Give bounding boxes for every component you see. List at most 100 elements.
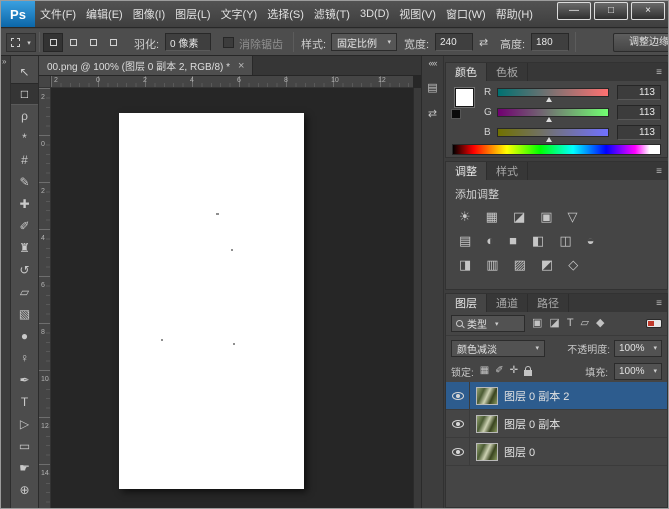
menu-file[interactable]: 文件(F) bbox=[35, 1, 81, 27]
tab-layers[interactable]: 图层 bbox=[446, 294, 487, 312]
foreground-color-swatch[interactable] bbox=[455, 88, 474, 107]
minimize-button[interactable]: — bbox=[557, 2, 591, 20]
type-layer-filter-icon[interactable]: T bbox=[567, 318, 574, 329]
green-slider[interactable] bbox=[497, 108, 609, 117]
subtract-from-selection-button[interactable] bbox=[83, 33, 103, 52]
menu-type[interactable]: 文字(Y) bbox=[216, 1, 263, 27]
eyedropper-tool[interactable]: ✎ bbox=[11, 171, 38, 193]
eye-icon[interactable] bbox=[452, 392, 464, 400]
lock-transparency-icon[interactable]: ▦ bbox=[480, 366, 489, 376]
history-brush-tool[interactable]: ↺ bbox=[11, 259, 38, 281]
panel-stack-icon[interactable]: ▤ bbox=[422, 81, 443, 94]
color-spectrum-ramp[interactable] bbox=[452, 144, 661, 155]
tool-preset-picker[interactable]: ▾ bbox=[6, 33, 36, 52]
eraser-tool[interactable]: ▱ bbox=[11, 281, 38, 303]
layer-thumbnail[interactable] bbox=[476, 415, 498, 433]
channel-mixer-icon[interactable]: ◫ bbox=[559, 234, 571, 247]
red-slider[interactable] bbox=[497, 88, 609, 97]
tab-swatches[interactable]: 色板 bbox=[487, 63, 528, 81]
rectangular-marquee-tool[interactable]: □ bbox=[11, 83, 38, 105]
swap-width-height-icon[interactable]: ⇄ bbox=[479, 36, 488, 49]
shape-layer-filter-icon[interactable]: ▱ bbox=[581, 318, 589, 329]
hue-saturation-icon[interactable]: ▤ bbox=[459, 234, 471, 247]
menu-view[interactable]: 视图(V) bbox=[394, 1, 441, 27]
eye-icon[interactable] bbox=[452, 420, 464, 428]
rectangle-tool[interactable]: ▭ bbox=[11, 435, 38, 457]
invert-icon[interactable]: ◨ bbox=[459, 258, 471, 271]
red-value-box[interactable]: 113 bbox=[617, 85, 661, 100]
color-lookup-icon[interactable]: ◒ bbox=[587, 234, 595, 247]
refine-edge-button[interactable]: 调整边缘 bbox=[613, 33, 669, 52]
document-page[interactable] bbox=[119, 113, 304, 489]
curves-icon[interactable]: ◪ bbox=[513, 210, 525, 223]
add-to-selection-button[interactable] bbox=[63, 33, 83, 52]
layer-row[interactable]: 图层 0 副本 bbox=[446, 410, 667, 438]
blue-value-box[interactable]: 113 bbox=[617, 125, 661, 140]
gradient-map-icon[interactable]: ◩ bbox=[541, 258, 553, 271]
pen-tool[interactable]: ✒ bbox=[11, 369, 38, 391]
slider-thumb-icon[interactable] bbox=[546, 117, 552, 122]
close-button[interactable]: × bbox=[631, 2, 665, 20]
layer-thumbnail[interactable] bbox=[476, 443, 498, 461]
menu-window[interactable]: 窗口(W) bbox=[441, 1, 491, 27]
zoom-tool[interactable]: ⊕ bbox=[11, 479, 38, 501]
horizontal-ruler[interactable]: 2 0 2 4 6 8 10 12 bbox=[51, 76, 413, 88]
slider-thumb-icon[interactable] bbox=[546, 137, 552, 142]
tab-color[interactable]: 颜色 bbox=[446, 63, 487, 81]
vibrance-icon[interactable]: ▽ bbox=[568, 210, 578, 223]
opacity-input[interactable]: 100% ▾ bbox=[614, 340, 662, 357]
smart-object-filter-icon[interactable]: ◆ bbox=[596, 318, 604, 329]
pixel-layer-filter-icon[interactable]: ▣ bbox=[532, 318, 542, 329]
lock-pixels-icon[interactable]: ✐ bbox=[495, 366, 503, 376]
background-color-swatch[interactable] bbox=[451, 109, 461, 119]
levels-icon[interactable]: ▦ bbox=[486, 210, 498, 223]
gradient-tool[interactable]: ▧ bbox=[11, 303, 38, 325]
blur-tool[interactable]: ● bbox=[11, 325, 38, 347]
adjustment-layer-filter-icon[interactable]: ◪ bbox=[549, 318, 559, 329]
exposure-icon[interactable]: ▣ bbox=[540, 210, 552, 223]
style-select[interactable]: 固定比例 ▾ bbox=[331, 33, 397, 51]
menu-select[interactable]: 选择(S) bbox=[262, 1, 309, 27]
maximize-button[interactable]: □ bbox=[594, 2, 628, 20]
tab-channels[interactable]: 通道 bbox=[487, 294, 528, 312]
type-tool[interactable]: T bbox=[11, 391, 38, 413]
lock-position-icon[interactable]: ✛ bbox=[510, 366, 518, 376]
menu-edit[interactable]: 编辑(E) bbox=[81, 1, 128, 27]
blue-slider[interactable] bbox=[497, 128, 609, 137]
photo-filter-icon[interactable]: ◧ bbox=[532, 234, 544, 247]
height-input[interactable] bbox=[531, 33, 569, 51]
path-selection-tool[interactable]: ▷ bbox=[11, 413, 38, 435]
clone-stamp-tool[interactable]: ♜ bbox=[11, 237, 38, 259]
brightness-contrast-icon[interactable]: ☀ bbox=[459, 210, 471, 223]
swap-arrows-icon[interactable]: ⇄ bbox=[422, 107, 443, 120]
feather-input[interactable] bbox=[165, 33, 211, 51]
brush-tool[interactable]: ✐ bbox=[11, 215, 38, 237]
move-tool[interactable]: ↖ bbox=[11, 61, 38, 83]
panel-menu-icon[interactable]: ≡ bbox=[656, 298, 662, 309]
hand-tool[interactable]: ☛ bbox=[11, 457, 38, 479]
lock-all-icon[interactable] bbox=[524, 370, 532, 376]
posterize-icon[interactable]: ▥ bbox=[486, 258, 498, 271]
document-tab[interactable]: 00.png @ 100% (图层 0 副本 2, RGB/8) * × bbox=[39, 56, 253, 75]
width-input[interactable] bbox=[435, 33, 473, 51]
slider-thumb-icon[interactable] bbox=[546, 97, 552, 102]
crop-tool[interactable]: # bbox=[11, 149, 38, 171]
menu-help[interactable]: 帮助(H) bbox=[491, 1, 538, 27]
panel-menu-icon[interactable]: ≡ bbox=[656, 67, 662, 78]
antialias-checkbox[interactable] bbox=[223, 37, 234, 48]
canvas-workspace[interactable] bbox=[51, 88, 413, 508]
intersect-selection-button[interactable] bbox=[103, 33, 123, 52]
new-selection-button[interactable] bbox=[43, 33, 63, 52]
color-balance-icon[interactable]: ◐ bbox=[486, 234, 494, 247]
black-white-icon[interactable]: ■ bbox=[509, 234, 517, 247]
vertical-scrollbar[interactable] bbox=[413, 88, 421, 508]
menu-3d[interactable]: 3D(D) bbox=[355, 1, 394, 27]
filter-toggle-switch[interactable] bbox=[646, 319, 662, 328]
menu-filter[interactable]: 滤镜(T) bbox=[309, 1, 355, 27]
dodge-tool[interactable]: ♀ bbox=[11, 347, 38, 369]
vertical-ruler[interactable]: 2 0 2 4 6 8 10 12 14 bbox=[39, 88, 51, 508]
fill-input[interactable]: 100% ▾ bbox=[614, 363, 662, 380]
layer-row[interactable]: 图层 0 副本 2 bbox=[446, 382, 667, 410]
spot-healing-brush-tool[interactable]: ✚ bbox=[11, 193, 38, 215]
quick-selection-tool[interactable]: * bbox=[11, 127, 38, 149]
